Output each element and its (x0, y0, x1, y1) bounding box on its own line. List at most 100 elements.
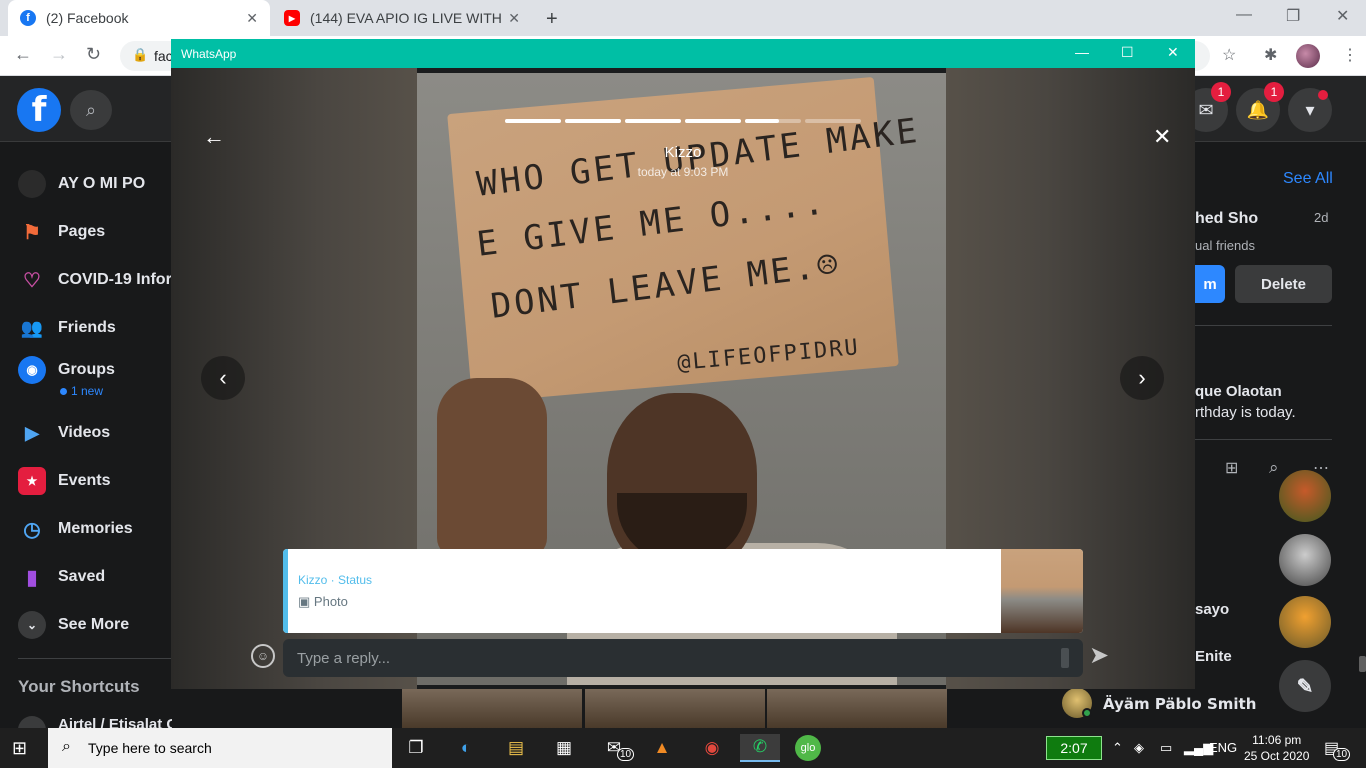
tab-title: (144) EVA APIO IG LIVE WITH MIC (310, 10, 506, 26)
file-explorer-icon[interactable]: ▤ (496, 734, 536, 762)
progress-fill (625, 119, 681, 123)
maximize-icon[interactable]: ☐ (1121, 44, 1134, 61)
birthday-text: rthday is today. (1195, 404, 1296, 421)
sidebar-item-videos[interactable]: ▶ Videos (18, 419, 110, 447)
language-indicator[interactable]: ENG (1209, 740, 1237, 755)
task-view-icon[interactable]: ❐ (396, 734, 436, 762)
progress-fill (745, 119, 779, 123)
story-thumbnail[interactable] (585, 688, 765, 728)
contact-avatar[interactable] (1279, 534, 1331, 586)
vlc-icon[interactable]: ▲ (642, 734, 682, 762)
search-icon[interactable]: ⌕ (70, 90, 112, 130)
divider (1195, 325, 1332, 326)
back-arrow-icon[interactable]: ← (203, 124, 225, 150)
scrollbar-thumb[interactable] (1359, 656, 1366, 672)
shortcuts-heading: Your Shortcuts (18, 677, 140, 696)
sidebar-item-pages[interactable]: ⚑ Pages (18, 218, 105, 246)
progress-segment (685, 119, 741, 123)
birthday-name[interactable]: que Olaotan (1195, 383, 1282, 400)
edge-icon[interactable]: ◐ (446, 734, 486, 762)
facebook-right-column: See All hed Sho 2d ual friends m Delete … (1195, 142, 1366, 728)
sidebar-item-groups[interactable]: ◉ Groups (18, 356, 115, 384)
close-icon[interactable]: ✕ (508, 10, 520, 27)
progress-fill (685, 119, 741, 123)
close-icon[interactable]: ✕ (1167, 44, 1179, 61)
tab-youtube[interactable]: ▶ (144) EVA APIO IG LIVE WITH MIC ✕ (272, 0, 532, 36)
youtube-favicon-icon: ▶ (284, 10, 300, 26)
contact-name[interactable]: sayo (1195, 601, 1229, 618)
mutual-friends: ual friends (1195, 238, 1255, 253)
bookmark-icon: ▮ (26, 566, 38, 589)
close-icon[interactable]: ✕ (246, 10, 258, 27)
menu-icon[interactable]: ⋮ (1342, 45, 1358, 65)
notification-badge: 10 (1333, 748, 1351, 761)
story-thumbnail[interactable] (402, 688, 582, 728)
network-app-icon[interactable]: ◈ (1134, 740, 1144, 756)
sidebar-item-see-more[interactable]: ⌄ See More (18, 611, 129, 639)
tab-facebook[interactable]: f (2) Facebook ✕ (8, 0, 270, 36)
close-window-icon[interactable]: ✕ (1336, 6, 1349, 26)
reload-icon[interactable]: ↻ (86, 44, 101, 65)
quote-thumbnail (1001, 549, 1083, 633)
new-room-icon[interactable]: ⊞ (1225, 458, 1238, 478)
sidebar-item-saved[interactable]: ▮ Saved (18, 563, 105, 591)
sidebar-item-profile[interactable]: AY O MI PO (18, 170, 145, 198)
store-icon[interactable]: ▦ (544, 734, 584, 762)
contact-avatar[interactable] (1279, 470, 1331, 522)
whatsapp-taskbar-icon[interactable]: ✆ (740, 734, 780, 762)
send-icon[interactable]: ➤ (1089, 641, 1109, 670)
groups-icon: ◉ (18, 356, 46, 384)
taskbar-search-input[interactable]: ⌕ Type here to search (48, 728, 392, 768)
extensions-icon[interactable]: ✱ (1264, 45, 1277, 65)
profile-avatar[interactable] (1296, 44, 1320, 68)
divider (1195, 439, 1332, 440)
back-icon[interactable]: ← (14, 44, 32, 65)
windows-start-icon[interactable]: ⊞ (12, 738, 27, 759)
contact-name[interactable]: Enite (1195, 648, 1232, 665)
contact-avatar[interactable] (1279, 596, 1331, 648)
reply-input[interactable]: Type a reply... (283, 639, 1083, 677)
divider (18, 658, 172, 659)
new-message-icon[interactable]: ✎ (1279, 660, 1331, 712)
close-viewer-icon[interactable]: ✕ (1153, 124, 1171, 150)
previous-status-button[interactable]: ‹ (201, 356, 245, 400)
sidebar-item-events[interactable]: ★ Events (18, 467, 110, 495)
quote-type: ▣ Photo (298, 594, 348, 609)
battery-icon[interactable]: ▭ (1160, 740, 1172, 756)
progress-segment (745, 119, 801, 123)
sidebar-item-memories[interactable]: ◷ Memories (18, 515, 132, 543)
whatsapp-titlebar: WhatsApp — ☐ ✕ (171, 39, 1195, 68)
story-thumbnail[interactable] (767, 688, 947, 728)
emoji-icon[interactable]: ☺ (251, 644, 275, 668)
system-clock[interactable]: 11:06 pm 25 Oct 2020 (1244, 732, 1309, 764)
glo-app-icon[interactable]: glo (788, 734, 828, 762)
next-status-button[interactable]: › (1120, 356, 1164, 400)
notifications-badge: 1 (1264, 82, 1284, 102)
delete-button[interactable]: Delete (1235, 265, 1332, 303)
restore-icon[interactable]: ❐ (1286, 6, 1300, 26)
progress-segment (625, 119, 681, 123)
status-viewer: WHO GET UPDATE MAKE E GIVE ME O.... DONT… (171, 68, 1195, 689)
reply-quote-card: Kizzo · Status ▣ Photo (283, 549, 1083, 633)
confirm-button[interactable]: m (1195, 265, 1225, 303)
sidebar-item-friends[interactable]: 👥 Friends (18, 314, 116, 342)
heart-shield-icon: ♡ (23, 269, 41, 292)
contact-name[interactable]: Äyäm Päblo Smith (1103, 695, 1256, 713)
see-all-link[interactable]: See All (1283, 170, 1333, 188)
progress-fill (565, 119, 621, 123)
progress-segment (505, 119, 561, 123)
show-hidden-icons[interactable]: ⌃ (1112, 740, 1123, 756)
new-tab-button[interactable]: + (546, 8, 558, 31)
sidebar-item-covid[interactable]: ♡ COVID-19 Infor (18, 266, 172, 294)
facebook-logo[interactable]: f (17, 88, 61, 132)
battery-time-widget[interactable]: 2:07 (1046, 736, 1102, 760)
minimize-icon[interactable]: — (1236, 6, 1252, 24)
forward-icon[interactable]: → (50, 44, 68, 65)
minimize-icon[interactable]: — (1075, 44, 1089, 60)
chevron-down-icon: ⌄ (18, 611, 46, 639)
bookmark-star-icon[interactable]: ☆ (1222, 45, 1236, 65)
friend-request-name[interactable]: hed Sho (1195, 210, 1258, 228)
search-contacts-icon[interactable]: ⌕ (1269, 458, 1279, 478)
chrome-icon[interactable]: ◉ (692, 734, 732, 762)
input-scrollbar (1061, 648, 1069, 668)
